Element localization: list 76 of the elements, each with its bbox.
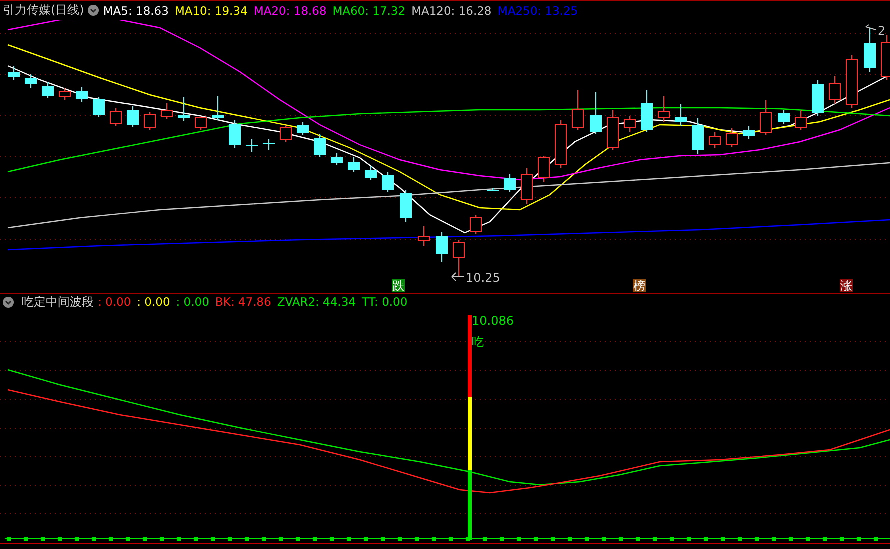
candlestick (110, 108, 122, 126)
stock-title: 引力传媒(日线) (3, 2, 84, 19)
candlestick (93, 96, 105, 118)
candlestick (641, 90, 653, 132)
candlestick (195, 116, 207, 130)
candlestick (127, 106, 139, 128)
candlestick (436, 232, 448, 262)
candlestick (331, 152, 343, 166)
candlestick (470, 214, 482, 234)
candlestick (555, 120, 567, 168)
ma-value: MA20: 18.68 (254, 4, 327, 18)
dropdown-icon[interactable] (88, 5, 100, 16)
candlestick (658, 96, 670, 122)
signal-badge-label: 榜 (634, 279, 646, 293)
high-price-label: 2 (878, 24, 886, 38)
candlestick (25, 74, 37, 88)
candlestick (590, 92, 602, 134)
candlestick (263, 138, 275, 150)
indicator-value: : 0.00 (137, 295, 170, 309)
ma-value: MA5: 18.63 (103, 4, 169, 18)
candlestick (76, 86, 88, 102)
candlestick (829, 76, 841, 104)
candlestick (521, 168, 533, 204)
candlestick (726, 128, 738, 148)
high-price-arrow (866, 24, 876, 30)
candlestick (504, 174, 516, 192)
candlestick (246, 138, 258, 152)
signal-value: 10.086 (472, 314, 514, 328)
indicator-value: TT: 0.00 (362, 295, 408, 309)
candlestick (709, 132, 721, 148)
candlestick (400, 190, 412, 222)
candlestick (297, 122, 309, 136)
ma-value: MA10: 19.34 (174, 4, 248, 18)
indicator-value: ZVAR2: 44.34 (277, 295, 356, 309)
candlestick (778, 110, 790, 124)
indicator-value: BK: 47.86 (215, 295, 272, 309)
candlestick (795, 110, 807, 130)
indicator-value: : 0.00 (176, 295, 210, 309)
candlestick (365, 166, 377, 180)
candlestick (487, 188, 499, 192)
ma-value: MA250: 13.25 (498, 4, 578, 18)
candlestick (846, 54, 858, 108)
candlestick (418, 226, 430, 246)
low-price-label: 10.25 (466, 271, 500, 285)
ma-value: MA60: 17.32 (332, 4, 406, 18)
indicator-value: : 0.00 (98, 295, 132, 309)
signal-badge-label: 涨 (840, 279, 852, 293)
signal-badge-label: 跌 (392, 279, 404, 293)
candlestick (572, 90, 584, 130)
candlestick (760, 100, 772, 136)
candlestick (607, 110, 619, 150)
candlestick (692, 118, 704, 154)
candlestick (178, 96, 190, 122)
candlestick (348, 156, 360, 172)
candlestick (314, 134, 326, 158)
candlestick (743, 126, 755, 140)
candlestick (675, 104, 687, 126)
candlestick (42, 82, 54, 98)
candlestick (161, 102, 173, 120)
signal-label: 吃 (472, 335, 484, 349)
low-price-arrow (452, 272, 464, 282)
candlestick (812, 80, 824, 116)
dropdown-icon[interactable] (3, 296, 14, 308)
candlestick (280, 124, 292, 142)
candlestick (453, 240, 465, 276)
candlestick (144, 112, 156, 130)
indicator-title: 吃定中间波段 (22, 294, 94, 310)
candlestick (624, 116, 636, 132)
candlestick (229, 120, 241, 148)
ma-value: MA120: 16.28 (412, 4, 492, 18)
candlestick (382, 172, 394, 192)
candlestick (8, 66, 20, 80)
candlestick (864, 28, 876, 72)
candlestick (59, 88, 71, 100)
candlestick (538, 156, 550, 182)
candlestick (212, 96, 224, 120)
